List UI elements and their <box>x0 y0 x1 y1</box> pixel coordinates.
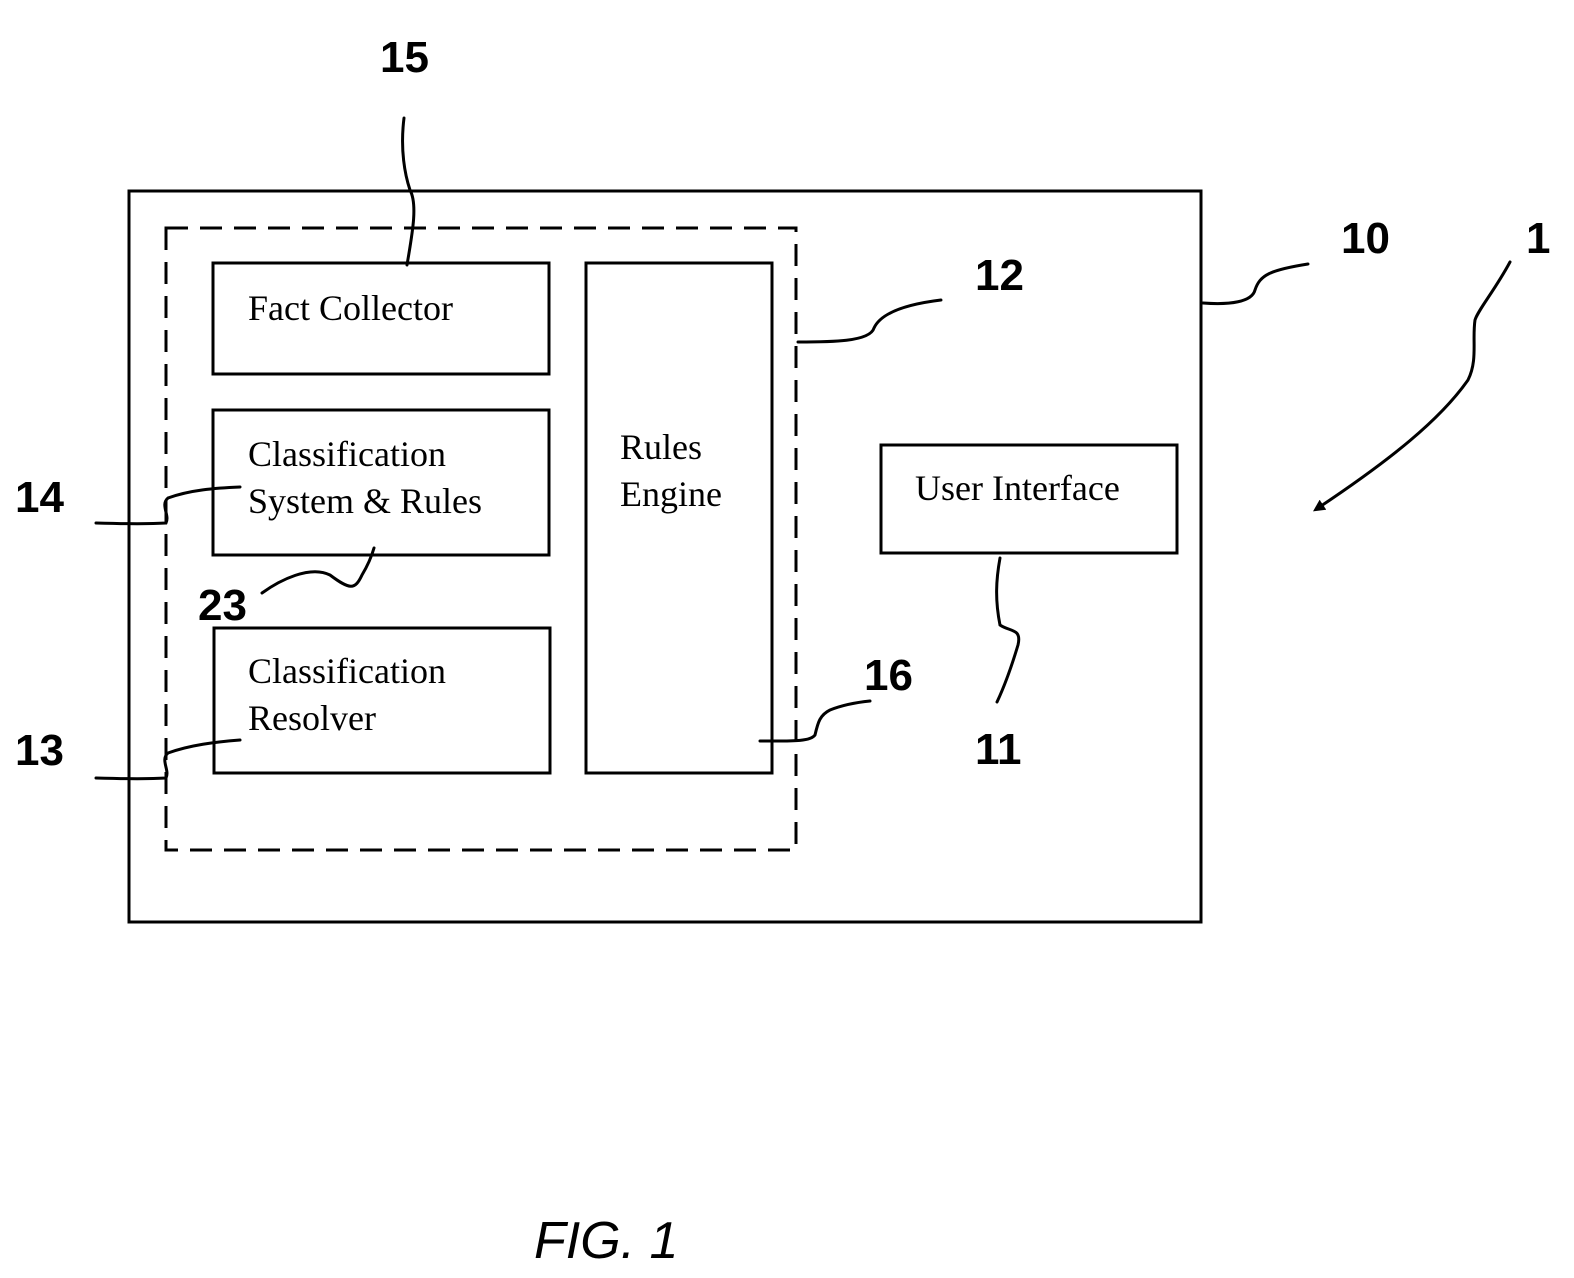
classification-system-block: Classification System & Rules <box>211 408 551 557</box>
rules-engine-block: Rules Engine <box>584 261 774 775</box>
ref-11: 11 <box>975 725 1022 774</box>
user-interface-label: User Interface <box>915 468 1120 508</box>
ref-23: 23 <box>198 581 247 630</box>
ref-12: 12 <box>975 251 1024 300</box>
ref-10: 10 <box>1341 214 1390 263</box>
fact-collector-block: Fact Collector <box>211 261 551 376</box>
block-diagram: Fact Collector Classification System & R… <box>15 33 1550 1270</box>
rules-engine-label-line1: Rules <box>620 427 702 467</box>
classification-resolver-block: Classification Resolver <box>212 626 552 775</box>
figure-caption: FIG. 1 <box>534 1212 678 1270</box>
classification-system-label-line2: System & Rules <box>248 481 482 521</box>
classification-resolver-label-line1: Classification <box>248 651 446 691</box>
classification-resolver-label-line2: Resolver <box>248 698 376 738</box>
ref-1: 1 <box>1526 214 1550 263</box>
ref-15: 15 <box>380 33 429 82</box>
fact-collector-label: Fact Collector <box>248 288 453 328</box>
ref-14: 14 <box>15 473 64 522</box>
rules-engine-label-line2: Engine <box>620 474 722 514</box>
ref-13: 13 <box>15 726 64 775</box>
classification-system-label-line1: Classification <box>248 434 446 474</box>
ref-16: 16 <box>864 651 913 700</box>
user-interface-block: User Interface <box>879 443 1179 555</box>
leader-arrow-1 <box>1313 260 1512 512</box>
leader-line-10 <box>1201 262 1310 306</box>
